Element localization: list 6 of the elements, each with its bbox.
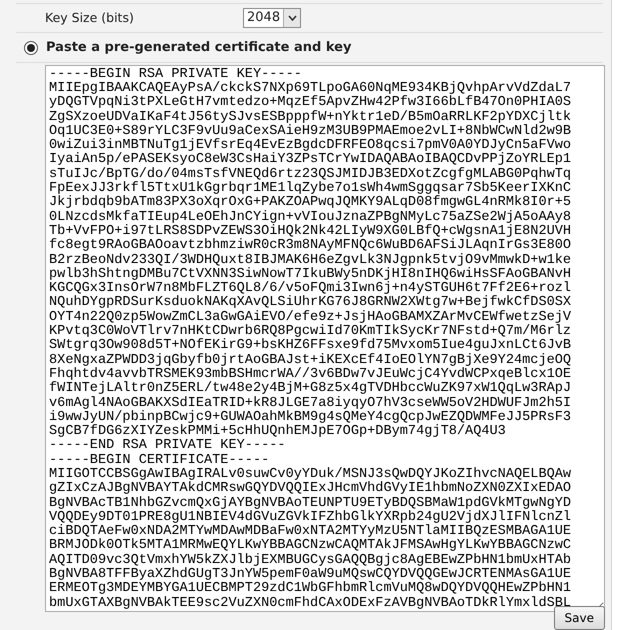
key-size-select[interactable]: 2048 — [243, 8, 302, 28]
radio-button[interactable] — [24, 40, 38, 55]
key-size-label: Key Size (bits) — [44, 8, 135, 27]
option-label: Paste a pre-generated certificate and key — [46, 38, 352, 57]
certificate-text-area[interactable]: -----BEGIN RSA PRIVATE KEY----- MIIEpgIBAAKCAQEAyPsA/ckckS7NXp69TLpoGA60NqME934KBjQvhpArvVdZdaL7 yDQGTVpqNi3tPXLeGtH7vmtedzo+MqzEf5ApvZHw42Pfw3I66bLfB47On0PHIA0S ZgSXzoeUDVaIKaF4tJ56tySJvsESBpppfW+nYktr1eD/B5mOaRRLKF2pYDXCjltk Oq1UC3E0+S89rYLC3F9vUu9aCexSAieH9zM3UB9PMAEmoe2vLI+8NbWCwNld2w9B 0wiZui3inMBTNuTg1jEVfsrEq4EvEzBgdcDFRFEO8qcsi7pmV0A0YDJyCn5aFVwo IyaiAn5p/ePASEKsyoC8eW3CsHaiY3ZPsTCrYwIDAQABAoIBAQCDvPPjZoYRLEp1 sTuIJc/BpTG/do/04msTsfVNEQd6rtz23QSJMIDJB3EDXotZcgfgMLABG0PqhwTq FpEexJJ3rkfl5TtxU1kGgrbqr1ME1lqZybe7o1sWh4wmSggqsar7Sb5KeerIXKnC Jkjrbdqb9bATm83PX3oXqrOxG+PAKZOAPwqJQMKY9ALqD08fmgwGL4nRMk8I0r+5 0LNzcdsMkfaTIEup4LeOEhJnCYign+vVIouJznaZPBgNMyLc75aZSe2WjA5oAAy8 Tb+VvFPO+i97tLRS8SDPvZEWS3OiHQk2Nk42LIyW9XG0LBfQ+cWgsnA1jE8N2UVH fc8egt9RAoGBAOoavtzbhmziwR0cR3m8NAyMFNQc6WuBD6AFSiJLAqnIrGs3E80O B2rzBeoNdv233QI/3WDHQuxt8IBJMAK6H6eZgvLk3NJgpnk5tvjO9vMmwkD+w1ke pwlb3hShtngDMBu7CtVXNN3SiwNowT7IkuBWy5nDKjHI8nIHQ6wiHsSFAoGBANvH KGCQGx3InsOrW7n8MbFLZT6QL8/6/v5oFQmi3Iwn6j+n4ySTGUH6t7Ff2E6+rozl NQuhDYgpRDSurKsduokNAKqXAvQLSiUhrKG76J8GRNW2XWtg7w+BejfwkCfDS0SX OYT4n22Q0zp5WowZmCL3aGwGAiEVO/efe9z+JsjHAoGBAMXZArMvCEWfwetzSejV KPvtq3C0WoVTlrv7nHKtCDwrb6RQ8PgcwiId70KmTIkSycKr7NFstd+Q7m/M6rlz SWtgrq3Ow908d5T+NOfEKirG9+bsKHZ6FFsxe9fd75Mvxom5Iue4guJxnLCt6JvB 8XeNgxaZPWDD3jqGbyfb0jrtAoGBAJst+iKEXcEf4IoEOlYN7gBjXe9Y24mcjeOQ Fhqhtdv4avvbTRSMEK93mbBSHmcrWA//3v6BDw7vJEuWcjC4YvdWCPxqeBlcx1OE fWINTejLAltr0nZ5ERL/tw48e2y4BjM+G8z5x4gTVDHbccWuZK97xW1QqLw3RApJ v6mAgl4NAoGBAKXSdIEaTRID+kR8JLGE7a8iyqyO7hV3cseWW5oV2HDWUFJm2h5I i9wwJyUN/pbinpBCwjc9+GUWAOahMkBM9g4sQMeY4cgQcpJwEZQDWMFeJJ5PRsF3 SgCB7fDG6zXIYZeskPMMi+5cHhUQnhEMJpE7OGp+DBym74gjT8/AQ4U3 -----END RSA PRIVATE KEY----- -----BEGIN CERTIFICATE----- MIIGOTCCBSGgAwIBAgIRALv0suwCv0yYDuk/MSNJ3sQwDQYJKoZIhvcNAQELBQAw gZIxCzAJBgNVBAYTAkdCMRswGQYDVQQIExJHcmVhdGVyIE1hbmNoZXN0ZXIxEDAO BgNVBAcTB1NhbGZvcmQxGjAYBgNVBAoTEUNPTU9ETyBDQSBMaW1pdGVkMTgwNgYD VQQDEy9DT01PRE8gU1NBIEV4dGVuZGVkIFZhbGlkYXRpb24gU2VjdXJlIFNlcnZl ciBDQTAeFw0xNDA2MTYwMDAwMDBaFw0xNTA2MTYyMzU5NTlaMIIBQzESMBAGA1UE BRMJODk0OTk5MTA1MRMwEQYLKwYBBAGCNzwCAQMTAkJFMSAwHgYLKwYBBAGCNzwC AQITD09vc3QtVmxhYW5kZXJlbjEXMBUGCysGAQQBgjc8AgEBEwZPbHN1bmUxHTAb BgNVBA8TFFByaXZhdGUgT3JnYW5pemF0aW9uMQswCQYDVQQGEwJCRTENMAsGA1UE ERMEOTg3MDEYMBYGA1UECBMPT29zdC1WbGFhbmRlcmVuMQ8wDQYDVQQHEwZPbHN1 bmUxGTAXBgNVBAkTEE9sc2VuZXN0cmFhdCAxODExFzAVBgNVBAoTDkRlYmxldSBL — [45, 64, 605, 612]
caret-icon — [288, 15, 297, 22]
